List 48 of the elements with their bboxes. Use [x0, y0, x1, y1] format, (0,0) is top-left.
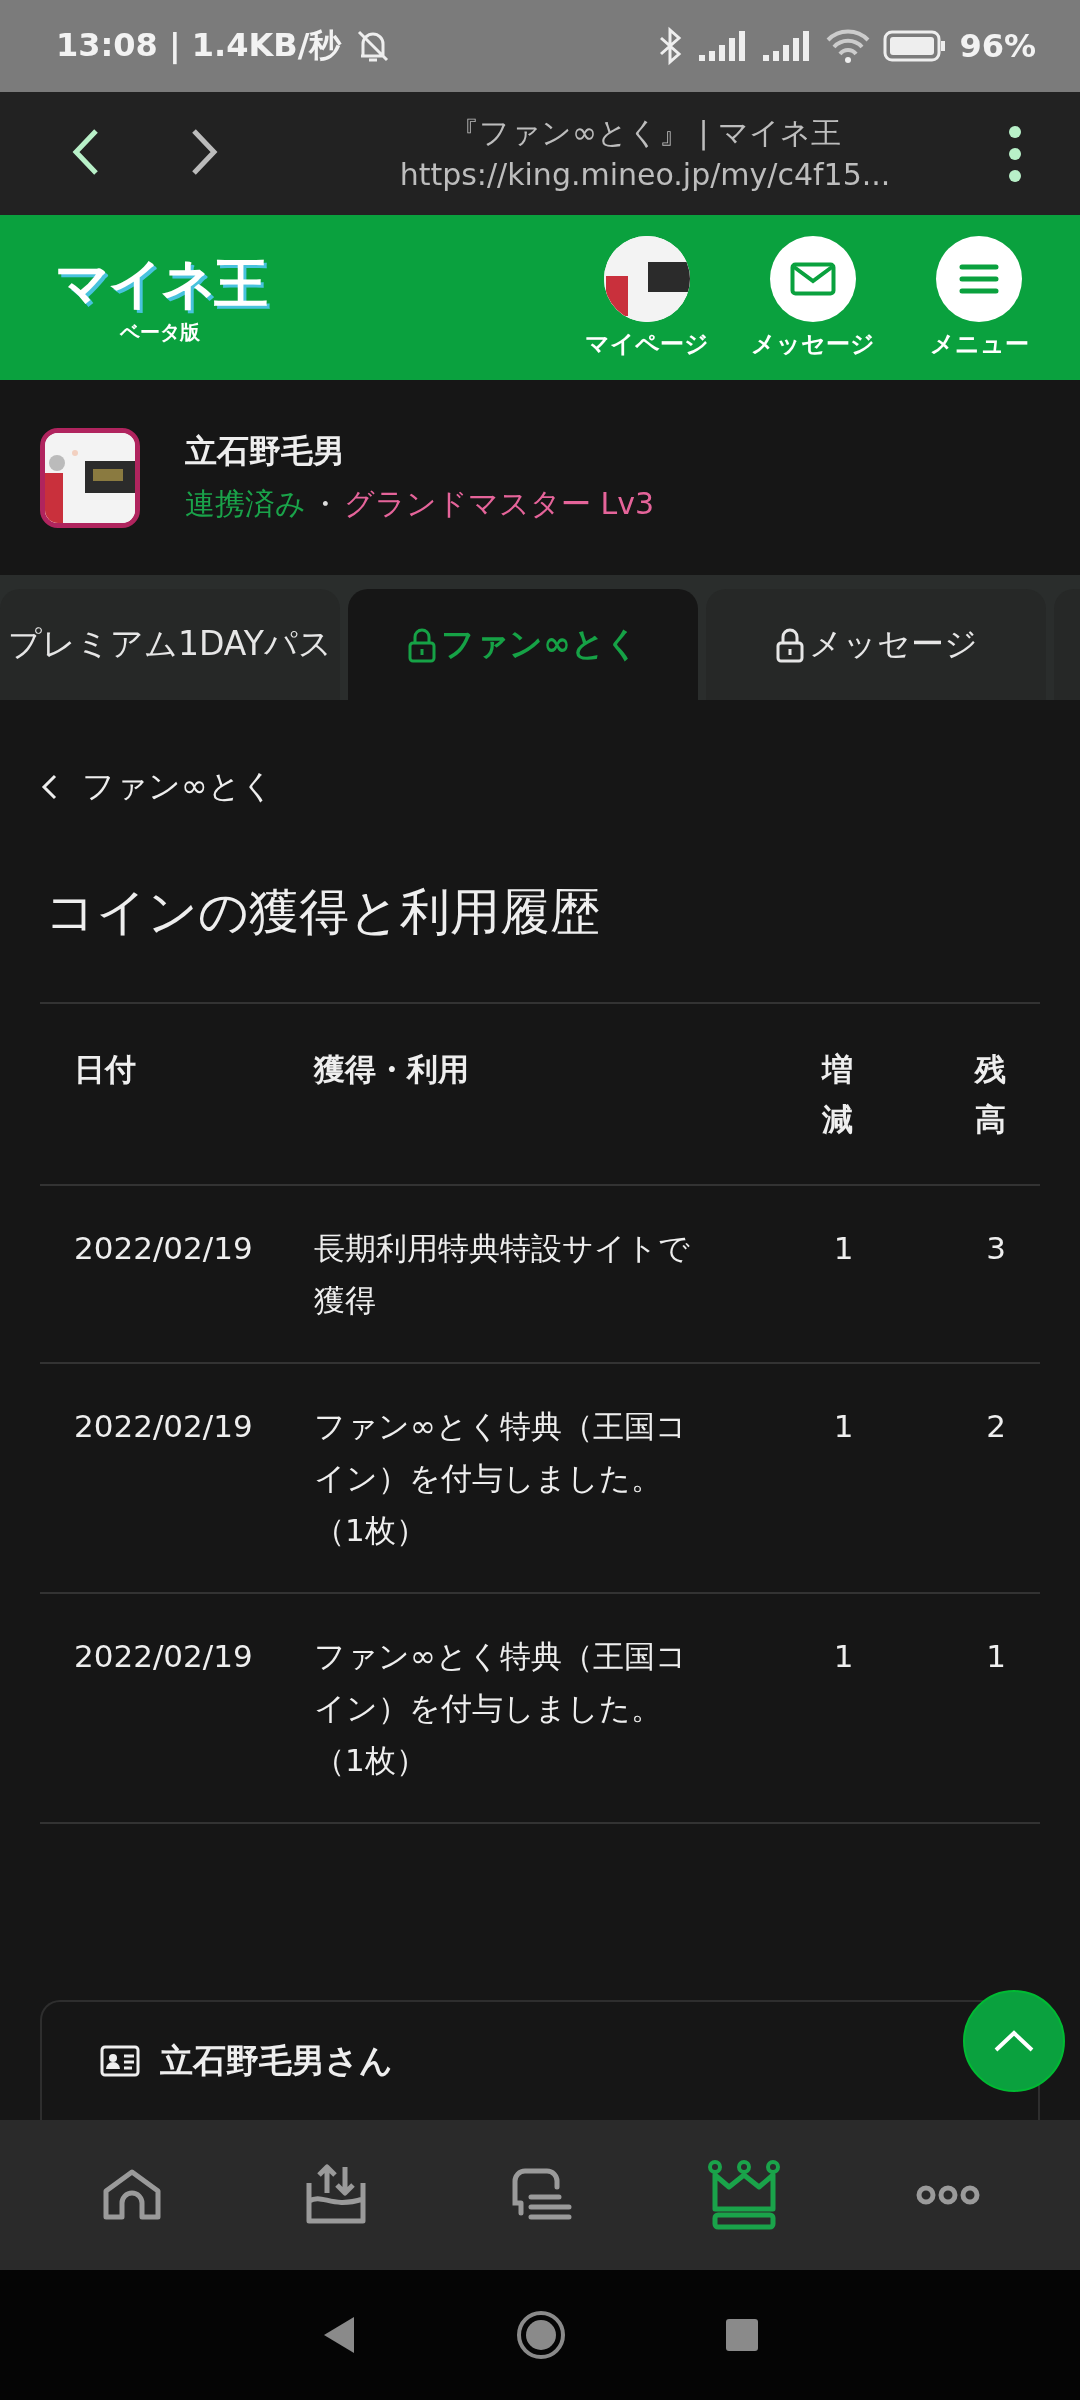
- more-icon: [916, 2185, 980, 2205]
- table-cell: ファン∞とく特典（王国コイン）を付与しました。（1枚）: [314, 1408, 687, 1548]
- tab[interactable]: プレミアム1DAYパス: [0, 589, 340, 700]
- status-time: 13:08 | 1.4KB/秒: [56, 25, 342, 66]
- chevron-up-icon: [992, 2028, 1036, 2054]
- wifi-icon: [825, 28, 872, 64]
- message-button[interactable]: メッセージ: [730, 235, 896, 360]
- battery-level: 96%: [959, 27, 1036, 65]
- card-title: 立石野毛男さん: [160, 2039, 393, 2082]
- battery-icon: [883, 30, 948, 62]
- logo[interactable]: マイネ王: [54, 249, 266, 319]
- beta-label: ベータ版: [120, 319, 200, 346]
- column-header: 残高: [973, 1050, 1006, 1139]
- table-cell: 1: [986, 1638, 1006, 1674]
- table-cell: 2022/02/19: [74, 1638, 253, 1674]
- url-text[interactable]: https://king.mineo.jp/my/c4f15...: [399, 153, 891, 196]
- home-nav-icon[interactable]: [516, 2310, 566, 2360]
- page-title: 『ファン∞とく』 | マイネ王: [448, 113, 842, 153]
- data-transfer-icon: [305, 2163, 367, 2227]
- id-card-icon: [100, 2045, 140, 2077]
- table-cell: 3: [986, 1230, 1006, 1266]
- mail-icon: [790, 261, 836, 296]
- home-icon: [101, 2167, 163, 2223]
- menu-icon: [959, 262, 999, 295]
- table-cell: 2022/02/19: [74, 1230, 253, 1266]
- table-cell: 長期利用特典特設サイトで獲得: [314, 1230, 690, 1318]
- back-nav-icon[interactable]: [322, 2315, 356, 2355]
- column-header: 増減: [820, 1050, 854, 1139]
- my-page-button[interactable]: マイページ: [564, 235, 730, 360]
- user-name: 立石野毛男: [185, 431, 346, 472]
- rank-label: グランドマスター Lv3: [344, 485, 655, 523]
- table-cell: 1: [833, 1230, 854, 1266]
- chevron-left-icon: [40, 773, 58, 801]
- menu-button[interactable]: メニュー: [896, 235, 1062, 360]
- column-header: 獲得・利用: [314, 1050, 469, 1089]
- tab[interactable]: ファン∞とく: [348, 589, 698, 700]
- separator-dot: ・: [310, 485, 340, 523]
- tab[interactable]: メッセージ: [706, 589, 1046, 700]
- table-cell: 2022/02/19: [74, 1408, 253, 1444]
- column-header: 日付: [74, 1050, 136, 1089]
- table-cell: 2: [986, 1408, 1006, 1444]
- table-cell: 1: [833, 1408, 854, 1444]
- back-link[interactable]: ファン∞とく: [40, 765, 274, 809]
- table-cell: ファン∞とく特典（王国コイン）を付与しました。（1枚）: [314, 1638, 687, 1778]
- table-cell: 1: [833, 1638, 854, 1674]
- crown-icon: [707, 2159, 781, 2231]
- link-status: 連携済み: [185, 485, 306, 523]
- section-title: コインの獲得と利用履歴: [45, 882, 601, 943]
